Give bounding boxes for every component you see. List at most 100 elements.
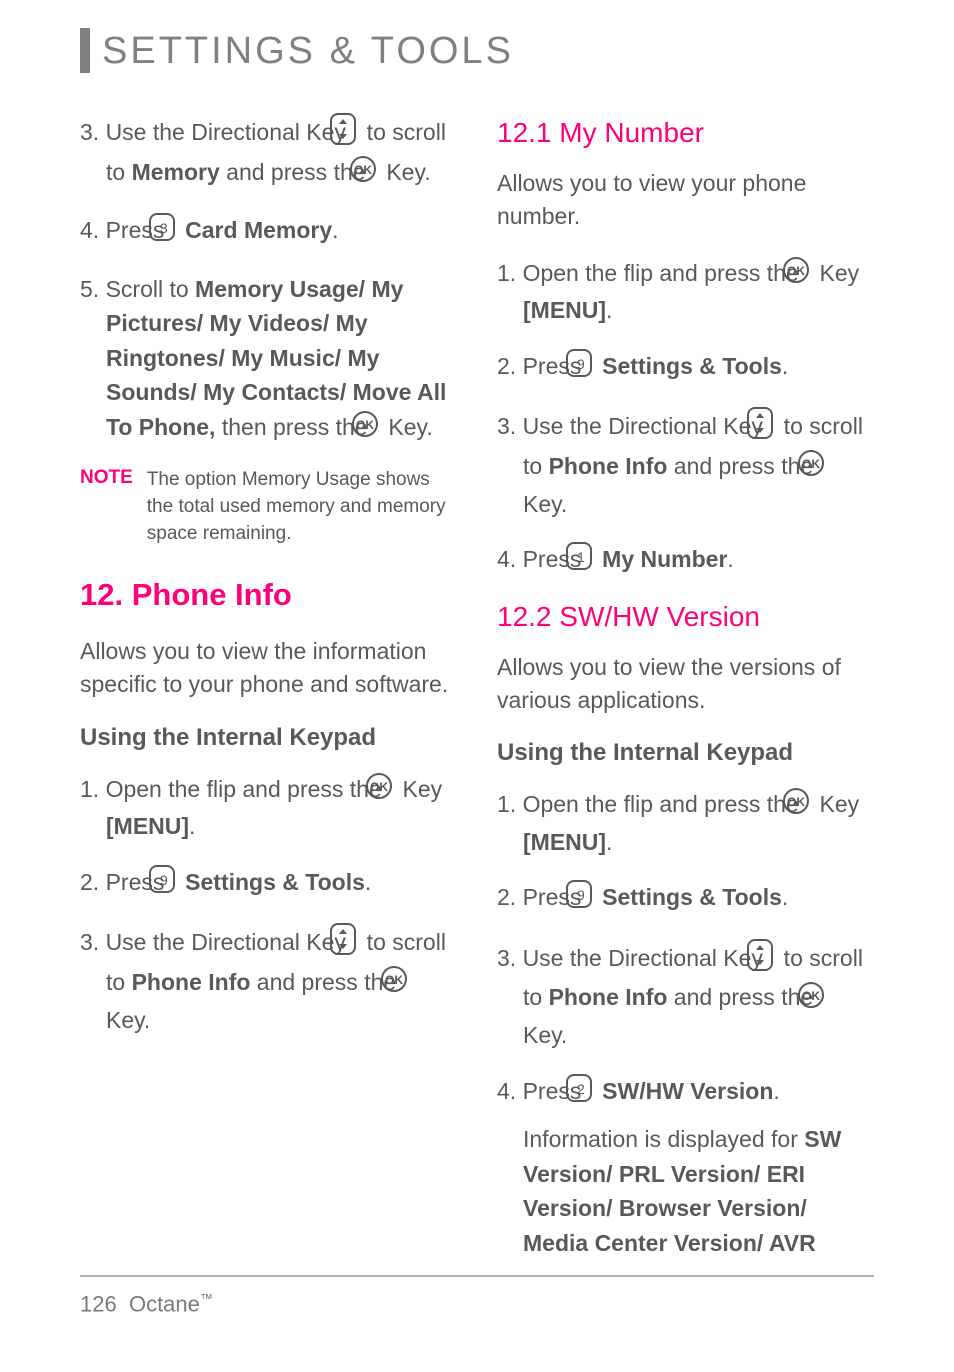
text: 5. Scroll to <box>80 276 195 302</box>
ok-key-icon <box>808 787 810 825</box>
text-bold: Phone Info <box>549 984 668 1010</box>
note-label: NOTE <box>80 467 133 547</box>
text-bold: SW/HW Version <box>602 1077 773 1103</box>
svg-text:9: 9 <box>160 872 168 888</box>
memory-step-3: 3. Use the Directional Key to scroll to … <box>80 113 457 192</box>
footer-text: 126 Octane™ <box>80 1291 874 1317</box>
text: Key. <box>382 414 433 440</box>
text: 3. Use the Directional Key <box>80 119 352 145</box>
text: Key <box>813 791 859 817</box>
section-heading-phone-info: 12. Phone Info <box>80 577 457 613</box>
ok-key-icon <box>808 256 810 294</box>
phoneinfo-step-3: 3. Use the Directional Key to scroll to … <box>80 923 457 1037</box>
swhw-info: Information is displayed for SW Version/… <box>497 1122 874 1260</box>
text: . <box>606 829 612 855</box>
key-9-icon: 9 <box>591 879 593 919</box>
key-9-icon: 9 <box>591 348 593 388</box>
text-bold: Phone Info <box>132 969 251 995</box>
text: . <box>332 217 338 243</box>
header: SETTINGS & TOOLS <box>80 30 874 73</box>
text: . <box>782 353 788 379</box>
directional-key-icon <box>772 407 774 449</box>
swhw-step-2: 2. Press 9 Settings & Tools. <box>497 879 874 919</box>
section-heading-my-number: 12.1 My Number <box>497 117 874 149</box>
text: . <box>365 869 371 895</box>
text: 3. Use the Directional Key <box>80 929 352 955</box>
text-bold: Settings & Tools <box>185 869 365 895</box>
ok-key-icon <box>406 965 408 1003</box>
svg-text:1: 1 <box>577 549 585 565</box>
ok-key-icon <box>377 410 379 448</box>
mynumber-step-4: 4. Press 1 My Number. <box>497 541 874 581</box>
my-number-desc: Allows you to view your phone number. <box>497 167 874 234</box>
memory-step-4: 4. Press 3 Card Memory. <box>80 212 457 252</box>
svg-text:2: 2 <box>577 1081 585 1097</box>
svg-text:3: 3 <box>160 220 168 236</box>
footer-rule <box>80 1275 874 1277</box>
title-accent-bar <box>80 28 90 73</box>
sub-heading: Using the Internal Keypad <box>80 724 457 752</box>
text-bold: [MENU] <box>523 829 606 855</box>
text: . <box>189 813 195 839</box>
text: Key <box>813 260 859 286</box>
footer: 126 Octane™ <box>80 1275 874 1317</box>
text: Key. <box>106 1007 150 1033</box>
phone-info-desc: Allows you to view the information speci… <box>80 635 457 702</box>
mynumber-step-2: 2. Press 9 Settings & Tools. <box>497 348 874 388</box>
mynumber-step-1: 1. Open the flip and press the Key [MENU… <box>497 256 874 328</box>
swhw-desc: Allows you to view the versions of vario… <box>497 651 874 718</box>
text-bold: Memory <box>132 159 220 185</box>
text: . <box>782 884 788 910</box>
key-2-icon: 2 <box>591 1073 593 1113</box>
section-heading-swhw: 12.2 SW/HW Version <box>497 601 874 633</box>
text: Key. <box>380 159 431 185</box>
svg-text:9: 9 <box>577 356 585 372</box>
directional-key-icon <box>355 923 357 965</box>
page-number: 126 <box>80 1291 117 1316</box>
ok-key-icon <box>375 155 377 193</box>
note: NOTE The option Memory Usage shows the t… <box>80 467 457 547</box>
text-bold: [MENU] <box>106 813 189 839</box>
memory-step-5: 5. Scroll to Memory Usage/ My Pictures/ … <box>80 272 457 448</box>
directional-key-icon <box>355 113 357 155</box>
model-name: Octane <box>129 1291 200 1316</box>
ok-key-icon <box>823 449 825 487</box>
text: Key. <box>523 1022 567 1048</box>
phoneinfo-step-2: 2. Press 9 Settings & Tools. <box>80 864 457 904</box>
mynumber-step-3: 3. Use the Directional Key to scroll to … <box>497 407 874 521</box>
text: Key. <box>523 491 567 517</box>
sub-heading: Using the Internal Keypad <box>497 739 874 767</box>
text-bold: [MENU] <box>523 297 606 323</box>
text: Information is displayed for <box>523 1126 804 1152</box>
svg-text:9: 9 <box>577 887 585 903</box>
text: . <box>727 546 733 572</box>
text: 1. Open the flip and press the <box>497 260 805 286</box>
text-bold: Settings & Tools <box>602 353 782 379</box>
text: 1. Open the flip and press the <box>497 791 805 817</box>
text: 1. Open the flip and press the <box>80 776 388 802</box>
directional-key-icon <box>772 939 774 981</box>
ok-key-icon <box>391 772 393 810</box>
swhw-step-4: 4. Press 2 SW/HW Version. <box>497 1073 874 1113</box>
key-1-icon: 1 <box>591 541 593 581</box>
left-column: 3. Use the Directional Key to scroll to … <box>80 113 457 1260</box>
text: Key <box>396 776 442 802</box>
text-bold: Card Memory <box>185 217 332 243</box>
text-bold: Settings & Tools <box>602 884 782 910</box>
text-bold: My Number <box>602 546 727 572</box>
key-9-icon: 9 <box>174 864 176 904</box>
key-3-icon: 3 <box>174 212 176 252</box>
text: 3. Use the Directional Key <box>497 413 769 439</box>
swhw-step-3: 3. Use the Directional Key to scroll to … <box>497 939 874 1053</box>
note-body: The option Memory Usage shows the total … <box>147 467 457 547</box>
phoneinfo-step-1: 1. Open the flip and press the Key [MENU… <box>80 772 457 844</box>
ok-key-icon <box>823 981 825 1019</box>
page-title: SETTINGS & TOOLS <box>102 30 514 73</box>
text-bold: Phone Info <box>549 453 668 479</box>
text: . <box>606 297 612 323</box>
right-column: 12.1 My Number Allows you to view your p… <box>497 113 874 1260</box>
swhw-step-1: 1. Open the flip and press the Key [MENU… <box>497 787 874 859</box>
tm-symbol: ™ <box>200 1291 213 1306</box>
text: 3. Use the Directional Key <box>497 945 769 971</box>
text: . <box>773 1077 779 1103</box>
